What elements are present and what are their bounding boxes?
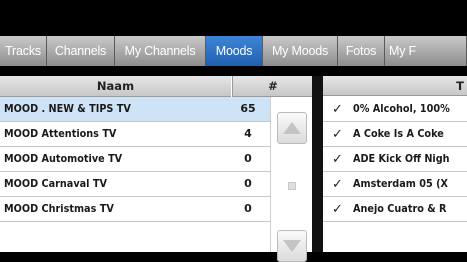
list-item[interactable]: ✓ Amsterdam 05 (X bbox=[323, 172, 467, 197]
arrow-up-icon bbox=[283, 122, 301, 134]
list-item[interactable]: ✓ Anejo Cuatro & R bbox=[323, 197, 467, 222]
tab-my-channels[interactable]: My Channels bbox=[115, 36, 206, 66]
tab-my-fotos[interactable]: My F bbox=[385, 36, 467, 66]
item-title: 0% Alcohol, 100% bbox=[353, 102, 450, 115]
table-row bbox=[0, 222, 270, 246]
checkmark-icon: ✓ bbox=[332, 126, 343, 141]
column-header-count[interactable]: # bbox=[232, 76, 313, 97]
mood-name: MOOD . NEW & TIPS TV bbox=[4, 102, 131, 115]
column-header-name[interactable]: Naam bbox=[0, 76, 231, 97]
table-row[interactable]: MOOD Carnaval TV 0 bbox=[0, 172, 270, 197]
checkmark-icon: ✓ bbox=[332, 201, 343, 216]
mood-name: MOOD Attentions TV bbox=[4, 127, 117, 140]
checkmark-icon: ✓ bbox=[332, 151, 343, 166]
checkmark-icon: ✓ bbox=[332, 101, 343, 116]
column-divider bbox=[312, 76, 323, 252]
mood-name: MOOD Christmas TV bbox=[4, 202, 114, 215]
table-row[interactable]: MOOD . NEW & TIPS TV 65 bbox=[0, 97, 270, 122]
tab-moods[interactable]: Moods bbox=[206, 36, 263, 66]
tab-tracks[interactable]: Tracks bbox=[0, 36, 47, 66]
item-title: A Coke Is A Coke bbox=[353, 127, 444, 140]
mood-count: 0 bbox=[244, 152, 252, 165]
mood-count: 0 bbox=[244, 202, 252, 215]
top-bar bbox=[0, 0, 467, 35]
tab-bar: Tracks Channels My Channels Moods My Moo… bbox=[0, 36, 467, 66]
item-title: Anejo Cuatro & R bbox=[353, 202, 447, 215]
list-item[interactable]: ✓ ADE Kick Off Nigh bbox=[323, 147, 467, 172]
list-item[interactable]: ✓ 0% Alcohol, 100% bbox=[323, 97, 467, 122]
mood-name: MOOD Carnaval TV bbox=[4, 177, 107, 190]
column-header-title[interactable]: T bbox=[323, 76, 467, 96]
scroll-down-button[interactable] bbox=[277, 230, 307, 262]
mood-count: 0 bbox=[244, 177, 252, 190]
mood-count: 65 bbox=[240, 102, 256, 115]
scroll-controls bbox=[270, 97, 313, 262]
scroll-thumb[interactable] bbox=[288, 182, 296, 190]
list-item[interactable]: ✓ A Coke Is A Coke bbox=[323, 122, 467, 147]
checkmark-icon: ✓ bbox=[332, 176, 343, 191]
tab-fotos[interactable]: Fotos bbox=[338, 36, 385, 66]
table-row[interactable]: MOOD Christmas TV 0 bbox=[0, 197, 270, 222]
item-title: Amsterdam 05 (X bbox=[353, 177, 448, 190]
item-title: ADE Kick Off Nigh bbox=[353, 152, 450, 165]
table-row[interactable]: MOOD Attentions TV 4 bbox=[0, 122, 270, 147]
mood-count: 4 bbox=[244, 127, 252, 140]
mood-name: MOOD Automotive TV bbox=[4, 152, 123, 165]
tab-my-moods[interactable]: My Moods bbox=[263, 36, 338, 66]
table-row[interactable]: MOOD Automotive TV 0 bbox=[0, 147, 270, 172]
tab-channels[interactable]: Channels bbox=[47, 36, 115, 66]
scroll-up-button[interactable] bbox=[277, 112, 307, 144]
